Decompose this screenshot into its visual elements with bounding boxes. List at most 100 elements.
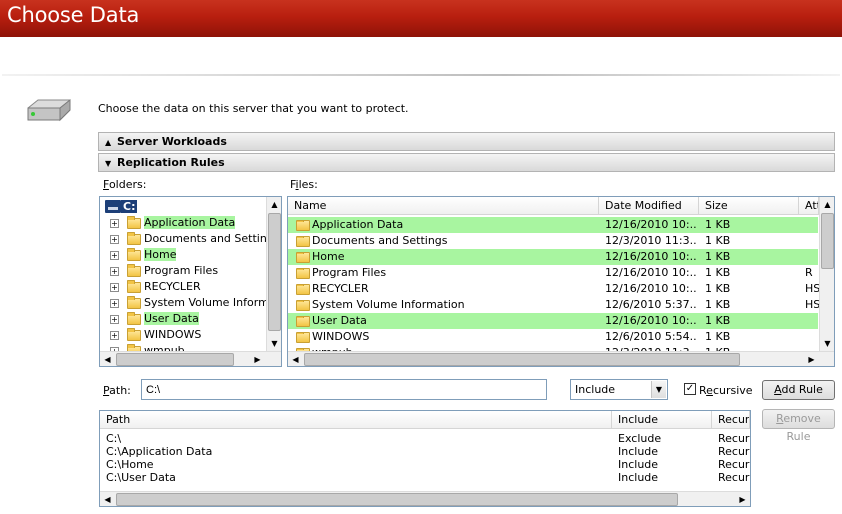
file-row[interactable]: System Volume Information 12/6/2010 5:37.…: [288, 297, 819, 313]
scroll-down-icon[interactable]: ▼: [820, 336, 834, 351]
column-header-size[interactable]: Size: [699, 197, 799, 215]
column-header-path[interactable]: Path: [100, 411, 612, 429]
rules-hscrollbar[interactable]: ◀ ▶: [100, 491, 750, 506]
page-header: Choose Data: [0, 0, 842, 37]
file-size: 1 KB: [705, 234, 731, 247]
file-attributes: HS: [805, 282, 819, 295]
column-header-attributes[interactable]: Att: [799, 197, 819, 215]
rule-recurse: Recurs: [718, 445, 750, 458]
rule-row[interactable]: C:\Home Include Recurs: [100, 458, 750, 471]
rule-recurse: Recurs: [718, 432, 750, 445]
scroll-thumb[interactable]: [116, 353, 234, 366]
scroll-left-icon[interactable]: ◀: [100, 352, 115, 366]
scroll-thumb[interactable]: [821, 213, 834, 269]
file-date: 12/16/2010 10:...: [605, 266, 697, 279]
scroll-down-icon[interactable]: ▼: [267, 336, 281, 351]
tree-item-label: Program Files: [144, 264, 219, 277]
add-rule-button[interactable]: Add Rule: [762, 380, 835, 400]
hard-drive-icon: [27, 98, 71, 122]
folders-hscrollbar[interactable]: ◀ ▶: [100, 351, 281, 366]
header-divider: [2, 74, 840, 76]
column-header-name[interactable]: Name: [288, 197, 599, 215]
scroll-right-icon[interactable]: ▶: [804, 352, 819, 366]
folders-vscrollbar[interactable]: ▲ ▼: [266, 197, 281, 351]
path-input[interactable]: [141, 379, 547, 400]
tree-item[interactable]: + System Volume Informat: [100, 295, 280, 311]
tree-item[interactable]: + User Data: [100, 311, 270, 327]
expand-plus-icon[interactable]: +: [110, 267, 119, 276]
file-name: Documents and Settings: [312, 234, 448, 247]
scroll-right-icon[interactable]: ▶: [250, 352, 265, 366]
server-workloads-section[interactable]: ▲ Server Workloads: [98, 132, 835, 151]
rule-row[interactable]: C:\Application Data Include Recurs: [100, 445, 750, 458]
file-row[interactable]: WINDOWS 12/6/2010 5:54... 1 KB: [288, 329, 818, 345]
tree-item[interactable]: + RECYCLER: [100, 279, 270, 295]
scroll-up-icon[interactable]: ▲: [820, 197, 834, 212]
tree-item[interactable]: + Documents and Settings: [100, 231, 280, 247]
file-name: System Volume Information: [312, 298, 465, 311]
file-row[interactable]: Application Data 12/16/2010 10:... 1 KB: [288, 217, 818, 233]
file-row[interactable]: Home 12/16/2010 10:... 1 KB: [288, 249, 818, 265]
files-list[interactable]: Name Date Modified Size Att Application …: [287, 196, 835, 367]
intro-text: Choose the data on this server that you …: [98, 102, 409, 115]
file-row[interactable]: User Data 12/16/2010 10:... 1 KB: [288, 313, 818, 329]
scroll-left-icon[interactable]: ◀: [288, 352, 303, 366]
scroll-left-icon[interactable]: ◀: [100, 492, 115, 506]
folder-icon: [296, 236, 310, 247]
scroll-thumb[interactable]: [268, 213, 281, 331]
folder-icon: [127, 264, 141, 277]
tree-item[interactable]: + WINDOWS: [100, 327, 270, 343]
tree-item[interactable]: + Application Data: [100, 215, 270, 231]
folder-icon: [127, 328, 141, 341]
folders-label: Folders:: [103, 178, 147, 191]
files-hscrollbar[interactable]: ◀ ▶: [288, 351, 834, 366]
tree-root-label: C:: [121, 200, 138, 213]
folder-icon: [296, 316, 310, 327]
tree-item[interactable]: + Program Files: [100, 263, 270, 279]
expand-plus-icon[interactable]: +: [110, 299, 119, 308]
recursive-checkbox[interactable]: ✓: [684, 383, 696, 395]
file-date: 12/16/2010 10:...: [605, 218, 697, 231]
tree-root[interactable]: C:: [100, 199, 270, 215]
rule-row[interactable]: C:\User Data Include Recurs: [100, 471, 750, 484]
tree-item-label: WINDOWS: [144, 328, 202, 341]
file-row[interactable]: RECYCLER 12/16/2010 10:... 1 KB HS: [288, 281, 819, 297]
file-row[interactable]: Program Files 12/16/2010 10:... 1 KB R: [288, 265, 818, 281]
folders-tree[interactable]: C: + Application Data + Documents and Setti…: [99, 196, 282, 367]
chevron-down-icon[interactable]: ▼: [651, 381, 666, 398]
file-size: 1 KB: [705, 314, 731, 327]
expand-plus-icon[interactable]: +: [110, 331, 119, 340]
file-name: Application Data: [312, 218, 404, 231]
include-mode-select[interactable]: Include ▼: [570, 379, 668, 400]
scroll-thumb[interactable]: [116, 493, 678, 506]
rules-table[interactable]: Path Include Recurs C:\ExcludeRecursC:\A…: [99, 410, 751, 507]
expand-plus-icon[interactable]: +: [110, 315, 119, 324]
expand-plus-icon[interactable]: +: [110, 283, 119, 292]
recursive-label[interactable]: Recursive: [699, 384, 753, 397]
rule-path: C:\Application Data: [106, 445, 213, 458]
rule-row[interactable]: C:\ Exclude Recurs: [100, 432, 750, 445]
scroll-thumb[interactable]: [304, 353, 740, 366]
tree-item[interactable]: + Home: [100, 247, 270, 263]
file-row[interactable]: Documents and Settings 12/3/2010 11:3... 1…: [288, 233, 818, 249]
expand-plus-icon[interactable]: +: [110, 251, 119, 260]
path-label: Path:: [103, 384, 131, 397]
tree-item-label: Home: [144, 248, 177, 261]
collapse-arrow-icon: ▲: [105, 138, 112, 147]
expand-plus-icon[interactable]: +: [110, 219, 119, 228]
expand-plus-icon[interactable]: +: [110, 235, 119, 244]
files-vscrollbar[interactable]: ▲ ▼: [819, 197, 834, 351]
column-header-recurse[interactable]: Recurs: [712, 411, 750, 429]
column-header-date[interactable]: Date Modified: [599, 197, 699, 215]
file-attributes: HS: [805, 298, 819, 311]
column-header-include[interactable]: Include: [612, 411, 712, 429]
file-name: WINDOWS: [312, 330, 370, 343]
replication-rules-section[interactable]: ▼ Replication Rules: [98, 153, 835, 172]
scroll-right-icon[interactable]: ▶: [735, 492, 750, 506]
folder-icon: [127, 280, 141, 293]
folder-icon: [296, 252, 310, 263]
scroll-up-icon[interactable]: ▲: [267, 197, 281, 212]
remove-rule-button[interactable]: Remove Rule: [762, 409, 835, 443]
file-size: 1 KB: [705, 266, 731, 279]
folder-icon: [296, 284, 310, 295]
